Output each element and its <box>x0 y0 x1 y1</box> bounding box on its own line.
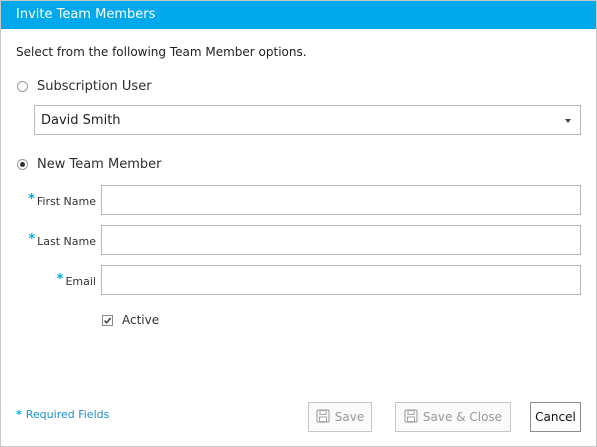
checkmark-icon <box>104 317 112 324</box>
last-name-label-text: Last Name <box>37 235 96 248</box>
save-label: Save <box>334 410 365 424</box>
floppy-disk-icon <box>404 408 418 426</box>
last-name-input[interactable] <box>101 225 581 255</box>
save-and-close-label: Save & Close <box>422 410 503 424</box>
invite-team-members-dialog: Invite Team Members Select from the foll… <box>0 0 597 447</box>
caret-down-icon <box>565 119 571 123</box>
last-name-label: * Last Name <box>6 232 96 249</box>
email-label-text: Email <box>65 275 96 288</box>
active-checkbox[interactable] <box>102 314 113 326</box>
active-option[interactable]: Active <box>102 313 159 327</box>
subscription-user-option[interactable]: Subscription User <box>17 79 152 94</box>
required-fields-note: * Required Fields <box>16 408 109 421</box>
required-star: * <box>28 232 36 247</box>
cancel-button[interactable]: Cancel <box>530 402 581 432</box>
save-and-close-button[interactable]: Save & Close <box>395 402 511 432</box>
required-star: * <box>56 272 64 287</box>
subscription-user-label: Subscription User <box>37 79 152 94</box>
subscription-user-select[interactable]: David Smith <box>34 105 581 135</box>
required-star: * <box>16 408 22 421</box>
active-label: Active <box>122 313 160 327</box>
select-value: David Smith <box>41 113 121 128</box>
new-team-member-option[interactable]: New Team Member <box>17 157 161 172</box>
floppy-disk-icon <box>316 408 330 426</box>
instructions-text: Select from the following Team Member op… <box>16 45 307 59</box>
required-star: * <box>28 192 35 207</box>
new-team-member-radio[interactable] <box>17 159 28 170</box>
dialog-titlebar: Invite Team Members <box>1 1 596 29</box>
first-name-input[interactable] <box>101 185 581 215</box>
dialog-title: Invite Team Members <box>16 7 156 22</box>
email-label: * Email <box>6 272 96 289</box>
email-input[interactable] <box>101 265 581 295</box>
new-team-member-label: New Team Member <box>37 157 162 172</box>
first-name-label-text: First Name <box>36 195 96 208</box>
save-button[interactable]: Save <box>308 402 372 432</box>
required-fields-text: Required Fields <box>25 408 110 421</box>
first-name-label: * First Name <box>6 192 96 209</box>
subscription-user-radio[interactable] <box>17 81 28 92</box>
